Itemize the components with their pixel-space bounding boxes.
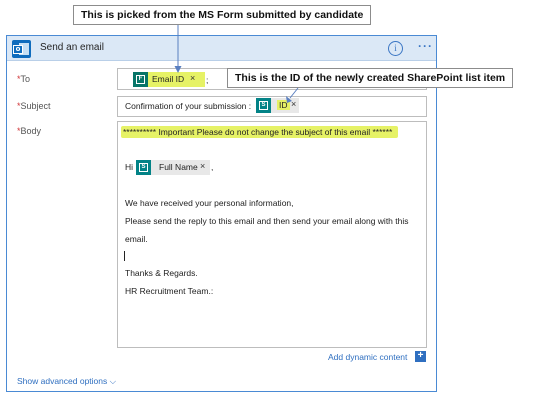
annotation-arrows bbox=[174, 24, 299, 103]
form-source-callout: This is picked from the MS Form submitte… bbox=[73, 5, 372, 25]
sharepoint-id-callout: This is the ID of the newly created Shar… bbox=[227, 68, 514, 88]
